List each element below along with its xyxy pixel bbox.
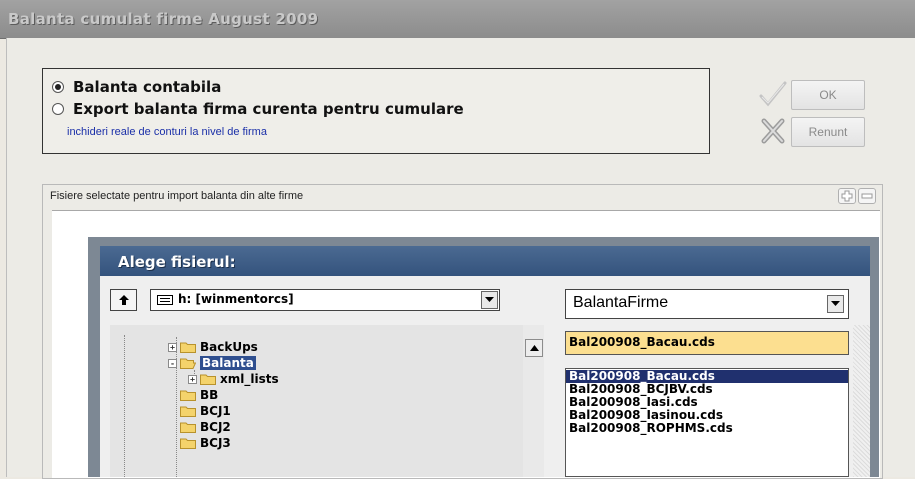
folder-icon [180, 406, 196, 417]
tree-item-selected[interactable]: - Balanta [168, 355, 256, 371]
radio-balanta-contabila[interactable]: Balanta contabila [52, 78, 221, 96]
filter-value: BalantaFirme [573, 294, 669, 311]
add-file-button[interactable] [838, 188, 856, 204]
drive-value: h: [winmentorcs] [178, 292, 294, 306]
file-list-item[interactable]: Bal200908_ROPHMS.cds [566, 422, 848, 435]
check-icon [759, 81, 787, 107]
dialog-edge [853, 325, 870, 477]
folder-icon [180, 422, 196, 433]
chevron-down-icon [831, 301, 840, 306]
arrow-up-icon [118, 295, 129, 305]
folder-icon [180, 438, 196, 449]
drive-icon [157, 295, 173, 305]
triangle-up-icon [529, 345, 539, 351]
folder-icon [180, 342, 196, 353]
ok-button[interactable]: OK [791, 80, 865, 110]
drive-dropdown-button[interactable] [481, 291, 498, 309]
radio-balanta-contabila-label: Balanta contabila [73, 78, 222, 96]
open-folder-icon [180, 358, 196, 369]
hint-text: inchideri reale de conturi la nivel de f… [67, 126, 267, 138]
tree-item[interactable]: + xml_lists [188, 371, 279, 387]
minus-icon [861, 193, 873, 199]
up-folder-button[interactable] [110, 289, 137, 311]
filter-dropdown-button[interactable] [827, 295, 844, 313]
plus-icon [841, 190, 853, 202]
radio-export-balanta-label: Export balanta firma curenta pentru cumu… [73, 100, 464, 118]
remove-file-button[interactable] [858, 188, 876, 204]
file-dialog-title: Alege fisierul: [118, 253, 236, 271]
folder-icon [180, 390, 196, 401]
radio-export-balanta[interactable]: Export balanta firma curenta pentru cumu… [52, 100, 464, 118]
files-group-title: Fisiere selectate pentru import balanta … [50, 190, 304, 202]
tree-item[interactable]: BCJ3 [180, 435, 231, 451]
window-title: Balanta cumulat firme August 2009 [8, 10, 319, 28]
chevron-down-icon [485, 297, 494, 302]
file-name-value: Bal200908_Bacau.cds [569, 335, 715, 349]
radio-selected-icon[interactable] [52, 81, 64, 93]
folder-tree[interactable]: + BackUps - Balanta + xml_lists BB BCJ1 … [110, 325, 525, 477]
tree-item[interactable]: + BackUps [168, 339, 258, 355]
folder-icon [200, 374, 216, 385]
close-icon [761, 118, 785, 144]
tree-item[interactable]: BCJ1 [180, 403, 231, 419]
tree-item[interactable]: BB [180, 387, 218, 403]
cancel-button[interactable]: Renunt [791, 117, 865, 147]
radio-unselected-icon[interactable] [52, 103, 64, 115]
scroll-up-button[interactable] [525, 339, 543, 357]
tree-item[interactable]: BCJ2 [180, 419, 231, 435]
